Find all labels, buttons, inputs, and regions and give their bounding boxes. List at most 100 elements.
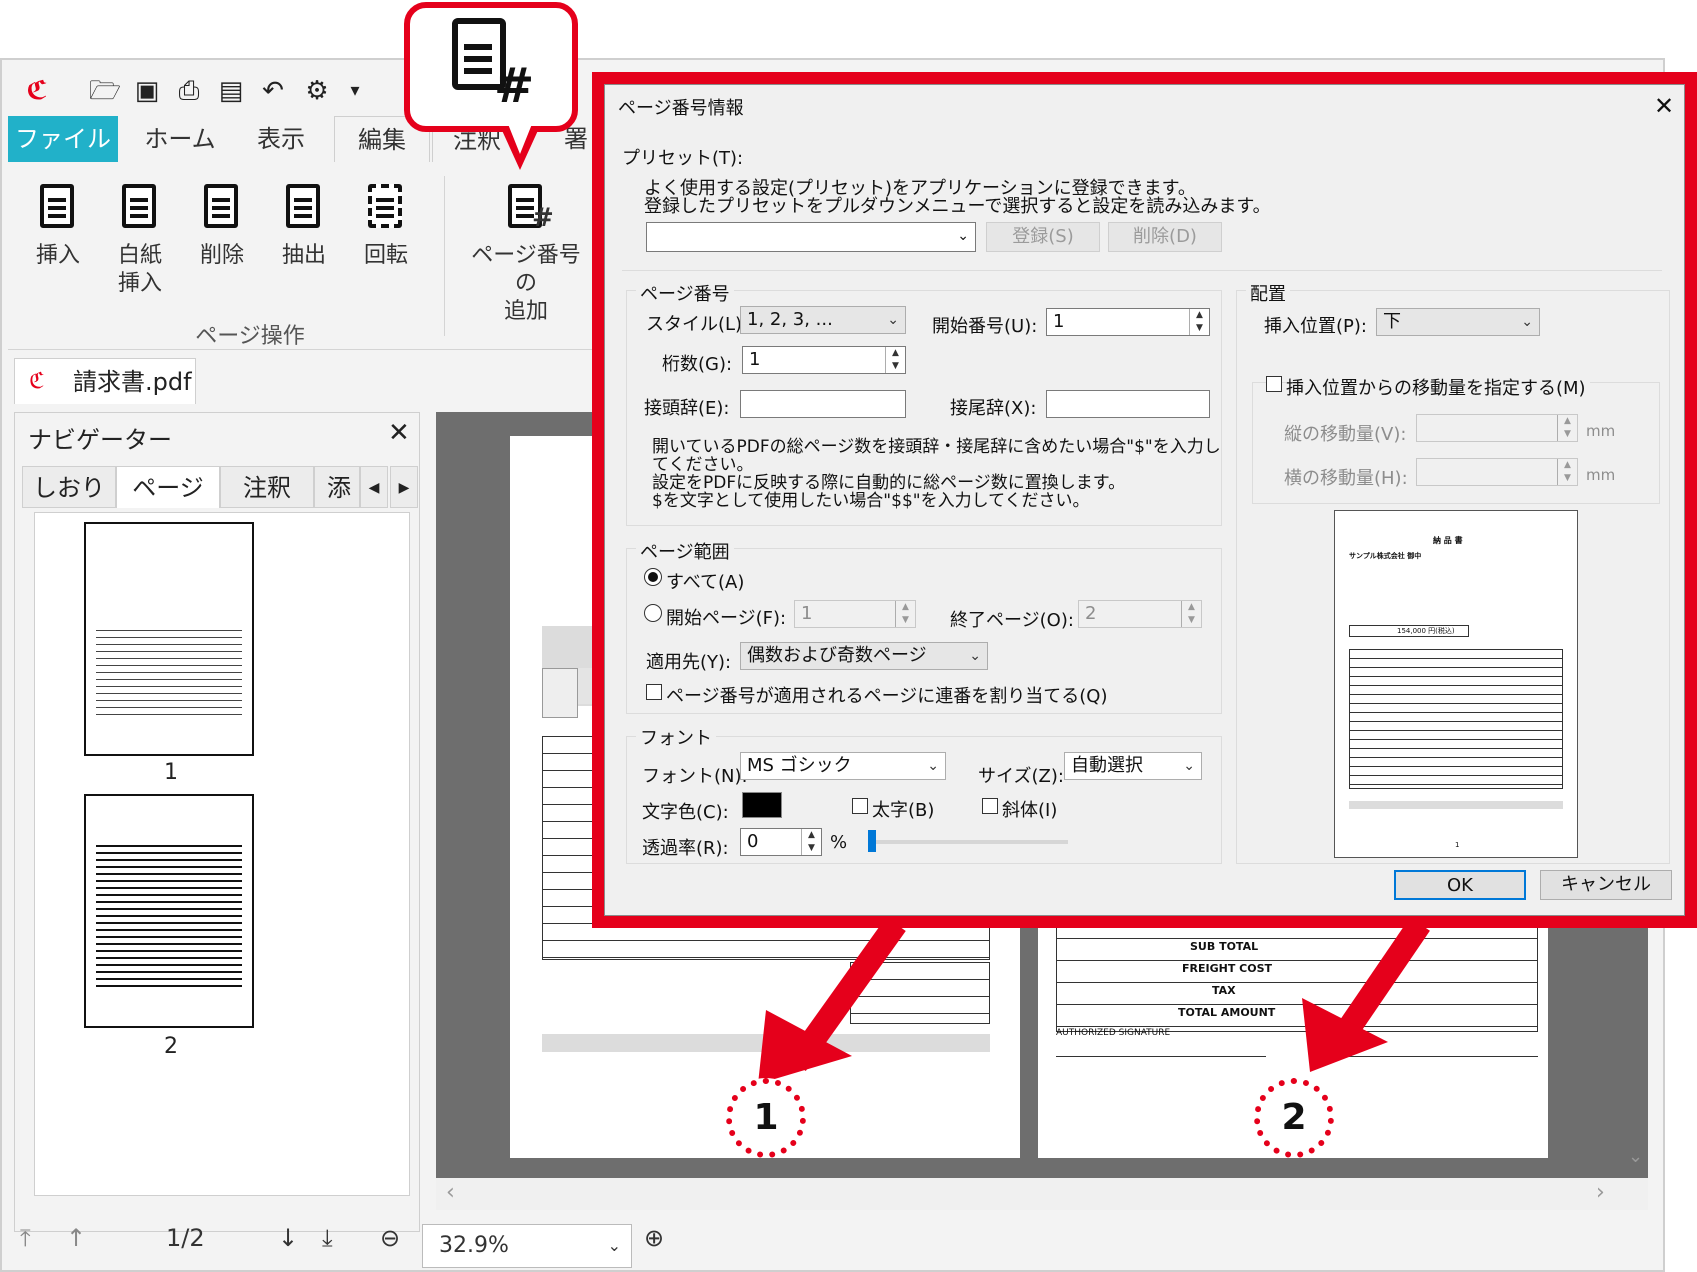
opacity-value: 0 xyxy=(747,831,759,852)
zoom-in-icon[interactable]: ⊕ xyxy=(644,1224,664,1252)
tab-scroll-right-icon[interactable]: ▶ xyxy=(390,466,418,508)
preview-items-table xyxy=(1349,649,1563,789)
tab-scroll-left-icon[interactable]: ◀ xyxy=(360,466,388,508)
size-label: サイズ(Z): xyxy=(978,766,1064,787)
spinner-icon[interactable]: ▲ ▼ xyxy=(895,601,915,627)
tab-pages[interactable]: ページ xyxy=(116,466,220,508)
horizontal-scrollbar[interactable] xyxy=(436,1178,1648,1210)
preset-select[interactable]: ⌄ xyxy=(646,222,976,252)
digits-input[interactable]: 1 ▲ ▼ xyxy=(742,346,906,374)
tab-file[interactable]: ファイル xyxy=(8,116,118,162)
end-page-input[interactable]: 2 ▲ ▼ xyxy=(1078,600,1202,628)
pdf-file-icon: ℭ xyxy=(29,369,45,394)
undo-icon[interactable]: ↶ xyxy=(256,74,290,108)
register-preset-button[interactable]: 登録(S) xyxy=(986,222,1100,252)
settings-gear-icon[interactable]: ⚙ xyxy=(300,74,334,108)
page-operations-group-label: ページ操作 xyxy=(195,324,305,349)
cancel-button[interactable]: キャンセル xyxy=(1540,870,1672,900)
size-select[interactable]: 自動選択 ⌄ xyxy=(1064,752,1202,780)
delete-page-button[interactable]: 削除 xyxy=(186,180,258,270)
insert-blank-label-2: 挿入 xyxy=(117,271,162,296)
insert-position-select[interactable]: 下 ⌄ xyxy=(1376,308,1540,336)
delete-page-label: 削除 xyxy=(199,243,244,268)
horizontal-offset-input[interactable]: ▲ ▼ xyxy=(1416,458,1578,486)
scroll-right-icon[interactable]: › xyxy=(1596,1180,1605,1205)
range-all-radio[interactable] xyxy=(644,568,662,586)
start-number-input[interactable]: 1 ▲ ▼ xyxy=(1046,308,1210,336)
dialog-close-icon[interactable]: ✕ xyxy=(1654,92,1674,120)
last-page-icon[interactable]: ⤓ xyxy=(322,1224,333,1252)
document-tab[interactable]: ℭ 請求書.pdf xyxy=(14,358,196,404)
tab-bookmarks[interactable]: しおり xyxy=(22,466,116,508)
zoom-out-icon[interactable]: ⊖ xyxy=(380,1224,400,1252)
tax-label: TAX xyxy=(1212,984,1236,997)
save-as-icon[interactable]: ▤ xyxy=(214,74,248,108)
print-icon[interactable]: ⎙ xyxy=(172,74,206,108)
first-page-icon[interactable]: ⤒ xyxy=(20,1224,31,1252)
placement-group-title: 配置 xyxy=(1246,280,1290,306)
delete-preset-button[interactable]: 削除(D) xyxy=(1108,222,1222,252)
range-start-radio[interactable] xyxy=(644,604,662,622)
text-color-swatch[interactable] xyxy=(742,792,782,818)
page-thumbnail-1[interactable] xyxy=(84,522,254,756)
opacity-slider-thumb[interactable] xyxy=(868,830,876,852)
tab-annotations[interactable]: 注釈 xyxy=(220,466,314,508)
extract-page-button[interactable]: 抽出 xyxy=(268,180,340,270)
style-label: スタイル(L): xyxy=(646,314,749,335)
add-page-number-button[interactable]: # ページ番号の 追加 xyxy=(462,180,590,326)
suffix-label: 接尾辞(X): xyxy=(950,398,1037,419)
chevron-down-icon: ⌄ xyxy=(607,1236,621,1255)
save-icon[interactable]: ▣ xyxy=(130,74,164,108)
spinner-icon[interactable]: ▲ ▼ xyxy=(885,347,905,373)
rotate-page-button[interactable]: 回転 xyxy=(350,180,422,270)
insert-blank-button[interactable]: 白紙 挿入 xyxy=(104,180,176,298)
tab-attachments[interactable]: 添付 xyxy=(314,466,360,508)
spinner-icon[interactable]: ▲ ▼ xyxy=(1557,459,1577,485)
spinner-icon[interactable]: ▲ ▼ xyxy=(1189,309,1209,335)
page-number-group-title: ページ番号 xyxy=(636,280,734,306)
add-page-number-label-1: ページ番号の xyxy=(471,243,581,296)
opacity-slider-track[interactable] xyxy=(868,840,1068,844)
dropdown-icon[interactable]: ▾ xyxy=(338,74,372,108)
scroll-left-icon[interactable]: ‹ xyxy=(446,1180,455,1205)
close-icon[interactable]: ✕ xyxy=(388,418,410,448)
italic-checkbox[interactable] xyxy=(982,798,998,814)
next-page-icon[interactable]: ↓ xyxy=(278,1224,298,1252)
sequential-numbering-checkbox[interactable] xyxy=(646,684,662,700)
insert-blank-label-1: 白紙 xyxy=(117,243,162,268)
prefix-input[interactable] xyxy=(740,390,906,418)
open-folder-icon[interactable]: 🗁 xyxy=(88,74,122,108)
vertical-offset-input[interactable]: ▲ ▼ xyxy=(1416,414,1578,442)
insert-position-label: 挿入位置(P): xyxy=(1264,316,1367,337)
annotation-marker-1: 1 xyxy=(726,1078,806,1158)
totals-table xyxy=(850,962,990,1024)
zoom-select[interactable]: 32.9% ⌄ xyxy=(422,1224,632,1268)
font-select[interactable]: MS ゴシック ⌄ xyxy=(740,752,946,780)
style-value: 1, 2, 3, ... xyxy=(747,309,833,330)
prev-page-icon[interactable]: ↑ xyxy=(66,1224,86,1252)
bold-checkbox[interactable] xyxy=(852,798,868,814)
apply-to-value: 偶数および奇数ページ xyxy=(747,645,927,666)
page-indicator[interactable]: 1/2 xyxy=(166,1224,205,1252)
add-page-number-label-2: 追加 xyxy=(503,299,548,324)
offset-checkbox[interactable] xyxy=(1266,376,1282,392)
spinner-icon[interactable]: ▲ ▼ xyxy=(1557,415,1577,441)
style-select[interactable]: 1, 2, 3, ... ⌄ xyxy=(740,306,906,334)
start-page-input[interactable]: 1 ▲ ▼ xyxy=(794,600,916,628)
insert-page-button[interactable]: 挿入 xyxy=(22,180,94,270)
apply-to-select[interactable]: 偶数および奇数ページ ⌄ xyxy=(740,642,988,670)
scroll-down-icon[interactable]: ⌄ xyxy=(1628,1146,1643,1167)
suffix-input[interactable] xyxy=(1046,390,1210,418)
tab-home[interactable]: ホーム xyxy=(130,116,230,162)
spinner-icon[interactable]: ▲ ▼ xyxy=(1181,601,1201,627)
start-page-value: 1 xyxy=(801,603,813,624)
app-logo-icon[interactable]: ℭ xyxy=(20,74,54,108)
ok-button[interactable]: OK xyxy=(1394,870,1526,900)
extract-page-icon xyxy=(276,180,332,236)
tab-view[interactable]: 表示 xyxy=(236,116,326,162)
page-thumbnail-2[interactable] xyxy=(84,794,254,1028)
preview-doc-title: 納 品 書 xyxy=(1433,536,1463,545)
opacity-input[interactable]: 0 ▲ ▼ xyxy=(740,828,822,856)
document-tab-label: 請求書.pdf xyxy=(73,368,192,396)
spinner-icon[interactable]: ▲ ▼ xyxy=(801,829,821,855)
